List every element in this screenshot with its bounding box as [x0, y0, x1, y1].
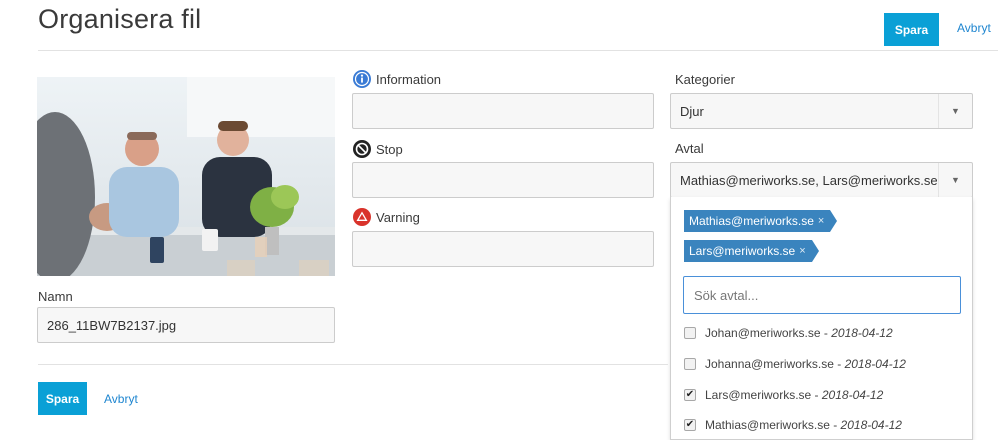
agreement-date: 2018-04-12 — [844, 357, 906, 371]
warning-label: Varning — [352, 207, 420, 227]
information-label: Information — [352, 69, 441, 89]
agreement-option[interactable]: ✔ Mathias@meriworks.se - 2018-04-12 — [684, 418, 902, 432]
agreement-option[interactable]: Johanna@meriworks.se - 2018-04-12 — [684, 357, 906, 371]
agreements-select[interactable]: Mathias@meriworks.se, Lars@meriworks.se … — [670, 162, 973, 198]
agreement-date: 2018-04-12 — [821, 388, 884, 402]
agreement-tag-label: Mathias@meriworks.se — [689, 214, 814, 228]
stop-label-text: Stop — [376, 141, 403, 157]
warning-icon — [353, 208, 371, 226]
information-field[interactable] — [352, 93, 654, 129]
warning-label-text: Varning — [376, 209, 420, 225]
checkbox-checked[interactable]: ✔ — [684, 389, 696, 401]
footer-divider — [38, 364, 668, 365]
cancel-link-bottom[interactable]: Avbryt — [104, 392, 138, 406]
warning-field[interactable] — [352, 231, 654, 267]
agreements-label: Avtal — [675, 141, 704, 156]
save-button-bottom[interactable]: Spara — [38, 382, 87, 415]
agreement-tag[interactable]: Mathias@meriworks.se × — [684, 210, 838, 232]
remove-tag-icon[interactable]: × — [799, 245, 805, 257]
chevron-down-icon: ▼ — [938, 94, 972, 128]
name-label: Namn — [38, 289, 73, 304]
header-divider — [38, 50, 998, 51]
save-button-top[interactable]: Spara — [884, 13, 939, 46]
page-title: Organisera fil — [38, 4, 202, 34]
agreement-option[interactable]: Johan@meriworks.se - 2018-04-12 — [684, 326, 893, 340]
agreement-email: Johan@meriworks.se — [705, 326, 821, 340]
agreement-tag-label: Lars@meriworks.se — [689, 244, 796, 258]
cancel-link-top[interactable]: Avbryt — [957, 21, 991, 35]
name-input[interactable]: 286_11BW7B2137.jpg — [37, 307, 335, 343]
categories-value: Djur — [680, 103, 704, 119]
categories-label: Kategorier — [675, 72, 735, 87]
information-label-text: Information — [376, 71, 442, 87]
stop-field[interactable] — [352, 162, 654, 198]
info-icon — [353, 70, 371, 88]
agreement-tag[interactable]: Lars@meriworks.se × — [684, 240, 819, 262]
agreement-email: Lars@meriworks.se — [705, 388, 812, 402]
checkbox-checked[interactable]: ✔ — [684, 419, 696, 431]
chevron-down-icon: ▼ — [938, 163, 972, 197]
agreement-date: 2018-04-12 — [840, 418, 902, 432]
agreement-search-input[interactable]: Sök avtal... — [683, 276, 961, 314]
file-preview-image — [37, 77, 335, 276]
agreements-value: Mathias@meriworks.se, Lars@meriworks.se — [680, 172, 938, 188]
stop-label: Stop — [352, 139, 403, 159]
checkbox[interactable] — [684, 327, 696, 339]
agreements-dropdown: Mathias@meriworks.se × Lars@meriworks.se… — [670, 197, 973, 440]
remove-tag-icon[interactable]: × — [818, 215, 824, 227]
agreement-email: Mathias@meriworks.se — [705, 418, 830, 432]
agreement-date: 2018-04-12 — [831, 326, 893, 340]
checkbox[interactable] — [684, 358, 696, 370]
agreement-option[interactable]: ✔ Lars@meriworks.se - 2018-04-12 — [684, 388, 883, 402]
stop-icon — [353, 140, 371, 158]
categories-select[interactable]: Djur ▼ — [670, 93, 973, 129]
agreement-email: Johanna@meriworks.se — [705, 357, 834, 371]
